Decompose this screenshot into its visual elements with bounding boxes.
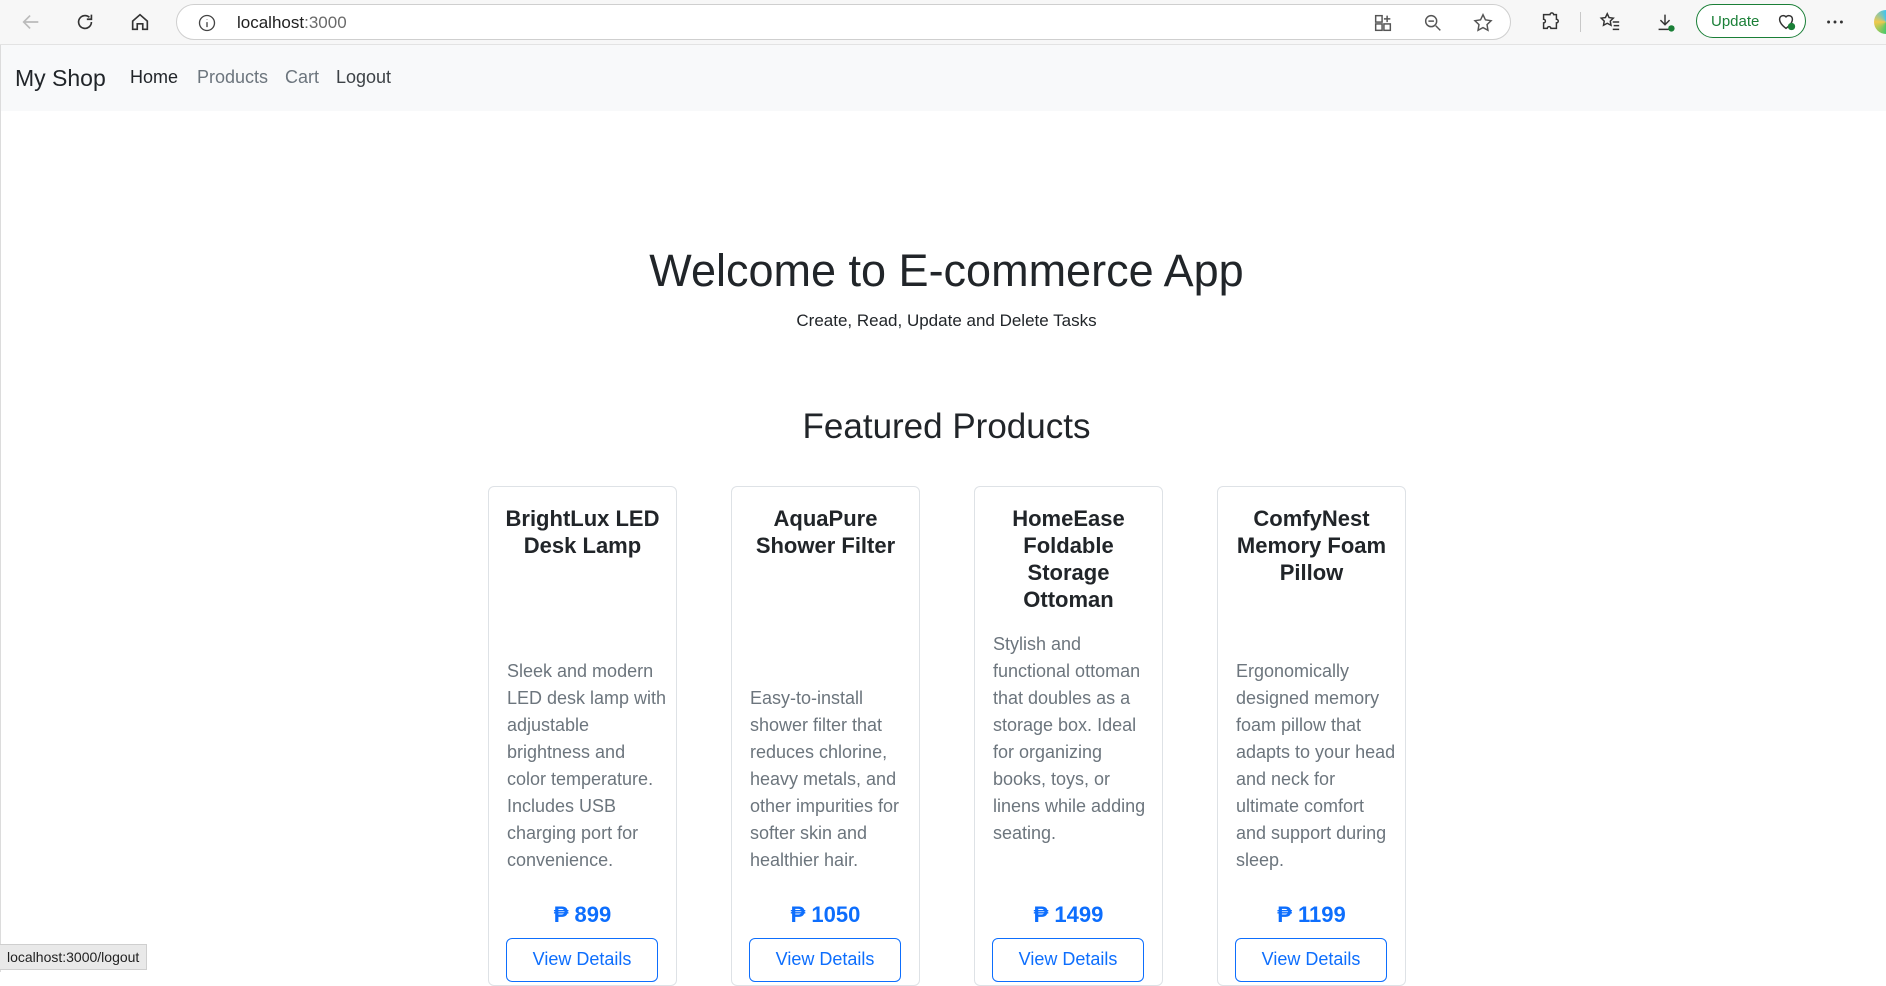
view-details-button[interactable]: View Details [1235,938,1387,982]
product-description: Ergonomically designed memory foam pillo… [1236,661,1396,870]
product-card: BrightLux LED Desk Lamp Sleek and modern… [488,486,677,986]
browser-toolbar: localhost:3000 Update [0,0,1886,45]
extensions-button[interactable] [1535,7,1565,37]
toolbar-divider [1580,12,1581,32]
product-price: ₱ 1499 [1033,902,1104,927]
link-status-bar: localhost:3000/logout [0,944,148,970]
view-details-button[interactable]: View Details [992,938,1144,982]
browser-essentials-heart-icon [1778,14,1796,31]
update-label: Update [1711,12,1760,30]
window-left-border [0,45,1,972]
nav-link-logout[interactable]: Logout [336,67,391,88]
zoom-out-icon[interactable] [1422,12,1444,34]
hero-title: Welcome to E-commerce App [649,245,1244,296]
url-host: localhost [237,13,305,32]
hero-subtitle: Create, Read, Update and Delete Tasks [796,311,1097,330]
update-button[interactable]: Update [1696,4,1806,38]
url-port: :3000 [304,13,347,32]
app-navbar: My Shop Home Products Cart Logout [1,45,1886,111]
product-title: BrightLux LED Desk Lamp [505,506,660,558]
site-info-icon[interactable] [197,13,217,33]
home-icon [131,13,149,31]
favorites-list-icon [1599,12,1620,31]
brand-link[interactable]: My Shop [15,65,106,92]
back-arrow-icon [22,14,39,30]
product-card: ComfyNest Memory Foam Pillow Ergonomical… [1217,486,1406,986]
product-description: Stylish and functional ottoman that doub… [993,634,1146,843]
reload-icon [77,14,93,30]
download-icon [1658,14,1675,32]
favorite-star-icon[interactable] [1472,12,1494,34]
nav-link-cart[interactable]: Cart [285,67,319,88]
more-menu-button[interactable] [1820,7,1850,37]
url-text: localhost:3000 [237,13,347,33]
copilot-icon[interactable] [1874,10,1886,34]
product-title: HomeEase Foldable Storage Ottoman [1012,506,1125,612]
reload-button[interactable] [70,7,100,37]
more-dots-icon [1827,20,1843,24]
downloads-button[interactable] [1650,7,1680,37]
nav-link-products[interactable]: Products [197,67,268,88]
featured-products-title: Featured Products [802,407,1091,446]
back-button[interactable] [16,7,46,37]
favorites-button[interactable] [1595,7,1625,37]
app-available-icon[interactable] [1372,12,1394,34]
view-details-button[interactable]: View Details [506,938,658,982]
product-title: AquaPure Shower Filter [755,506,896,558]
product-price: ₱ 1199 [1277,902,1346,927]
product-card: AquaPure Shower Filter Easy-to-install s… [731,486,920,986]
puzzle-icon [1542,12,1559,30]
product-price: ₱ 1050 [790,902,861,927]
product-price: ₱ 899 [553,902,612,927]
product-card: HomeEase Foldable Storage Ottoman Stylis… [974,486,1163,986]
product-title: ComfyNest Memory Foam Pillow [1236,506,1387,585]
view-details-button[interactable]: View Details [749,938,901,982]
address-bar[interactable]: localhost:3000 [176,4,1511,40]
nav-link-home[interactable]: Home [130,67,178,88]
product-description: Easy-to-install shower filter that reduc… [750,688,900,870]
product-description: Sleek and modern LED desk lamp with adju… [507,661,667,870]
home-button[interactable] [125,7,155,37]
